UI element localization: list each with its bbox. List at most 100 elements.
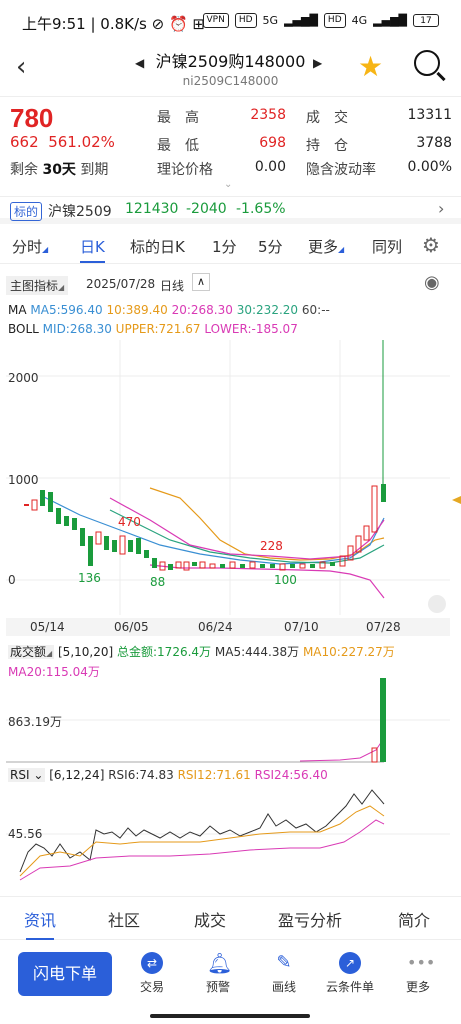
expand-chevron-icon[interactable]: ⌄ [224,179,232,190]
flash-order-button[interactable]: 闪电下单 [18,952,112,996]
alert-button[interactable]: 🔔︎ 预警 [190,952,246,995]
rsi24-value: RSI24:56.40 [254,768,328,782]
rsi-legend: RSI ⌄ [6,12,24] RSI6:74.83 RSI12:71.61 R… [8,766,458,784]
settings-gear-icon[interactable]: ⚙ [422,233,440,257]
more-dots-icon: ••• [407,953,436,972]
candle [104,536,109,550]
info-tabs: 资讯 社区 成交 盈亏分析 简介 [0,896,461,940]
candle [199,561,206,569]
tab-news[interactable]: 资讯 [24,907,56,940]
volume-tick: 863.19万 [8,715,62,729]
more-label: 更多 [405,980,430,994]
tab-peer-list[interactable]: 同列 [372,236,402,257]
cloud-order-button[interactable]: ↗ 云条件单 [322,952,378,995]
hd-icon: HD [234,13,257,28]
volume-indicator-button[interactable]: 成交额◢ [8,645,55,659]
favorite-star-icon[interactable]: ★ [358,50,383,83]
candle [144,550,149,558]
prev-contract-icon[interactable]: ◀ [135,56,144,70]
iv-value: 0.00% [407,159,452,175]
title-block[interactable]: 沪镍2509购148000 ni2509C148000 [0,48,461,88]
volume-ma20-line [299,737,385,762]
volume-chart: 863.19万 [6,678,450,763]
back-icon[interactable]: ‹ [16,52,26,82]
fullscreen-icon[interactable] [428,595,446,613]
rsi-params: [6,12,24] [49,768,105,782]
rsi24-line [19,819,385,881]
boll-label: BOLL [8,322,39,336]
candle [330,562,335,566]
search-icon[interactable] [414,50,440,76]
underlying-row[interactable]: 标的 沪镍2509 121430 -2040 -1.65% › [0,196,461,224]
volume-label: 成 交 [306,110,348,126]
candle [363,525,370,541]
trade-label: 交易 [139,980,164,994]
y-tick-0: 0 [8,573,16,587]
more-button[interactable]: ••• 更多 [390,952,446,995]
tab-more[interactable]: 更多◢ [308,236,344,257]
candle [119,535,126,555]
low-value: 698 [259,135,286,151]
rsi-indicator-button[interactable]: RSI ⌄ [8,768,46,782]
tab-5min[interactable]: 5分 [258,236,283,257]
collapse-chevron-icon[interactable]: ∧ [192,273,210,291]
annotation-228: 228 [260,539,283,553]
bell-icon: 🔔︎ [207,951,233,975]
vpn-icon: VPN [202,13,229,28]
candle [48,492,53,512]
home-indicator[interactable] [150,1014,310,1018]
candle [24,504,29,506]
volume-ma5: MA5:444.38万 [214,645,300,659]
tab-timeshare[interactable]: 分时◢ [12,236,48,257]
candle [80,528,85,546]
annotation-136: 136 [78,571,101,585]
tab-profile[interactable]: 简介 [398,907,430,931]
underlying-pct: -1.65% [236,201,286,217]
next-contract-icon[interactable]: ▶ [313,56,322,70]
candle [64,516,69,526]
oi-value: 3788 [416,135,452,151]
high-value: 2358 [250,107,286,123]
candle [88,536,93,566]
high-label: 最 高 [157,110,199,126]
x-tick: 06/05 [114,620,149,634]
annotation-88: 88 [150,575,165,589]
candle [220,564,225,568]
draw-button[interactable]: ✎ 画线 [256,952,312,995]
candle [56,508,61,524]
candle [183,561,190,571]
rsi6-value: RSI6:74.83 [108,768,174,782]
trade-button[interactable]: ⇄ 交易 [124,952,180,995]
oi-label: 持 仓 [306,138,348,154]
rsi12-value: RSI12:71.61 [177,768,251,782]
tab-1min[interactable]: 1分 [212,236,237,257]
annotation-470: 470 [118,515,141,529]
rsi-chart: 45.56 [6,789,450,881]
candle [168,564,173,570]
eye-icon[interactable]: ◉ [424,272,440,293]
period-tabs: 分时◢ 日K 标的日K 1分 5分 更多◢ 同列 ⚙ [0,230,461,264]
main-indicator-button[interactable]: 主图指标◢ [6,276,69,295]
tab-underlying-daily-k[interactable]: 标的日K [130,236,185,257]
tab-community[interactable]: 社区 [108,907,140,931]
last-price: 780 [10,103,54,133]
x-tick: 05/14 [30,620,65,634]
tab-daily-k[interactable]: 日K [80,236,105,263]
low-label: 最 低 [157,138,199,154]
iv-label: 隐含波动率 [306,162,376,178]
boll-upper: UPPER:721.67 [115,322,201,336]
underlying-name: 沪镍2509 [48,204,112,220]
candle [299,563,306,569]
candle [128,540,133,552]
tab-trades[interactable]: 成交 [194,907,226,931]
y-tick-2000: 2000 [8,371,39,385]
ma20-line [109,497,385,560]
candle [152,558,157,568]
kline-chart[interactable]: 2000 1000 0 470 228 136 88 100 05/14 06/… [0,340,461,640]
candle [95,531,102,545]
candle [249,561,256,569]
rsi12-line [19,805,385,877]
ma30-value: 30:232.20 [236,303,299,317]
tab-pnl-analysis[interactable]: 盈亏分析 [278,907,342,931]
candle [240,564,245,568]
